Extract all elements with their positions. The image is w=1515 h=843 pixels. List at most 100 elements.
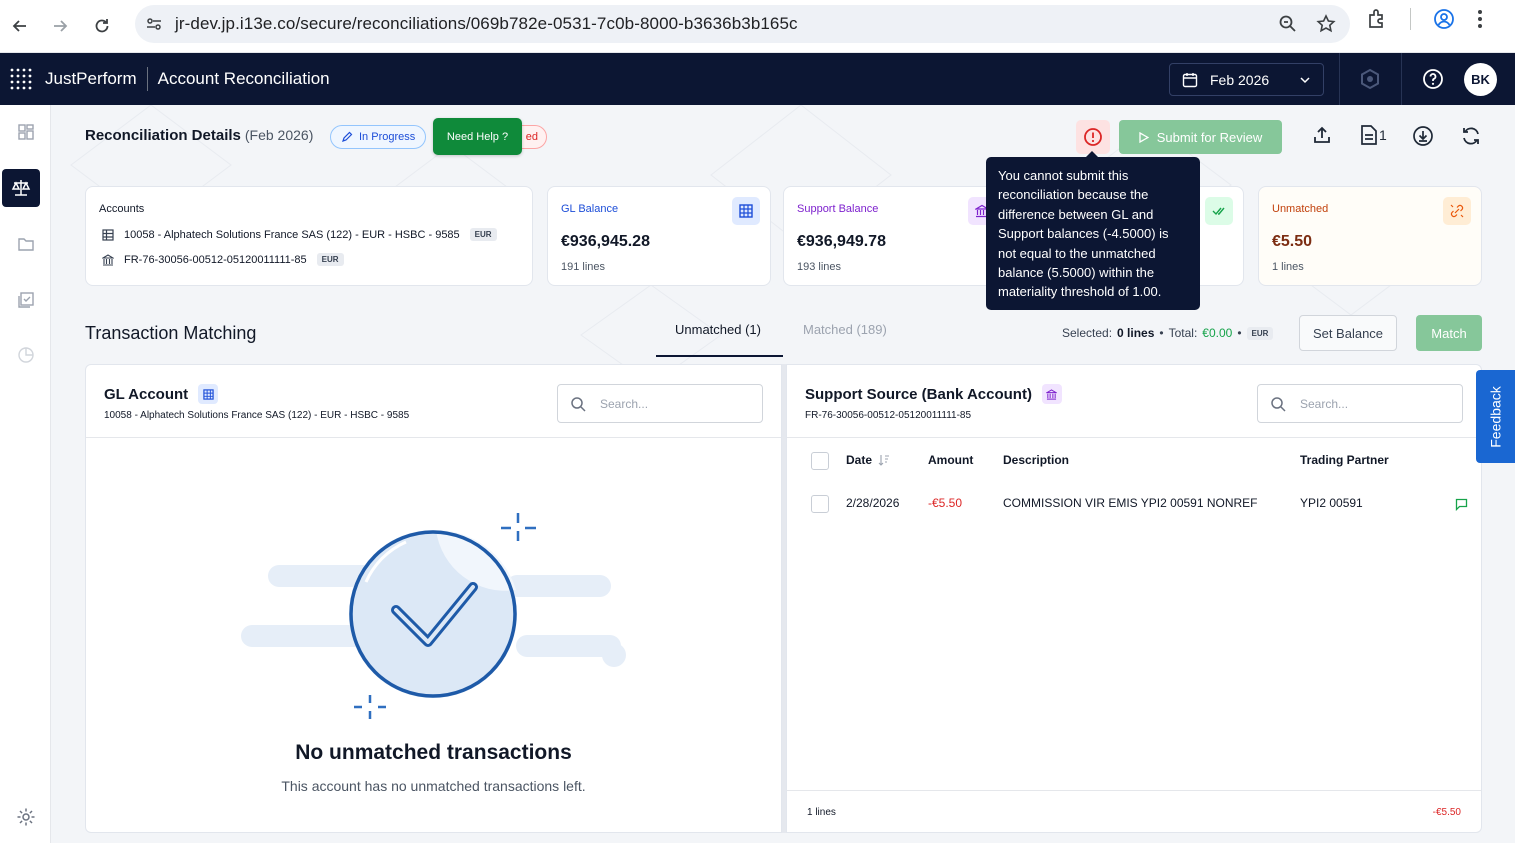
column-header-trading-partner[interactable]: Trading Partner (1300, 453, 1389, 467)
upload-icon (1314, 126, 1330, 143)
period-label: Feb 2026 (1210, 71, 1270, 88)
arrow-left-icon (12, 20, 26, 32)
feedback-tab[interactable]: Feedback (1476, 370, 1515, 463)
dashboard-icon (17, 124, 34, 140)
back-button[interactable] (0, 6, 40, 46)
app-header: JustPerform Account Reconciliation Feb 2… (0, 53, 1515, 105)
bank-icon (102, 253, 114, 266)
column-header-amount[interactable]: Amount (928, 453, 973, 467)
selected-label: Selected: (1062, 326, 1113, 340)
zoom-icon[interactable] (1278, 14, 1298, 34)
document-icon (1361, 125, 1377, 145)
accounts-card: Accounts 10058 - Alphatech Solutions Fra… (85, 186, 533, 286)
rail-item-dashboard[interactable] (0, 113, 51, 151)
warning-button[interactable] (1076, 120, 1110, 154)
bullet-separator: • (1159, 326, 1164, 340)
selected-value: 0 lines (1117, 326, 1155, 340)
gl-account-panel: GL Account 10058 - Alphatech Solutions F… (85, 364, 782, 833)
set-balance-button[interactable]: Set Balance (1299, 315, 1397, 351)
tab-unmatched[interactable]: Unmatched (1) (675, 322, 761, 337)
sort-icon[interactable] (878, 454, 890, 466)
support-panel-title: Support Source (Bank Account) (805, 384, 1062, 404)
bookmark-star-icon[interactable] (1316, 14, 1336, 34)
toolbar-divider (1410, 8, 1411, 30)
search-icon (571, 396, 586, 412)
gl-balance-lines: 191 lines (561, 261, 606, 273)
unmatched-card-icon (1443, 197, 1471, 225)
brand-name[interactable]: JustPerform (45, 69, 137, 89)
bank-account-name: FR-76-30056-00512-05120011111-85 (124, 253, 307, 266)
gl-panel-title-text: GL Account (104, 385, 189, 403)
gl-search-input[interactable] (600, 396, 750, 411)
empty-state-subtitle: This account has no unmatched transactio… (281, 778, 586, 794)
page-title-text: Reconciliation Details (85, 127, 241, 144)
browser-toolbar: jr-dev.jp.i13e.co/secure/reconciliations… (0, 0, 1515, 53)
hexagon-icon[interactable] (1359, 68, 1381, 90)
export-button[interactable] (1312, 125, 1332, 145)
table-footer-divider (787, 790, 1481, 791)
status-badge[interactable]: In Progress (330, 125, 427, 149)
empty-state-title: No unmatched transactions (295, 741, 572, 764)
match-button[interactable]: Match (1416, 315, 1482, 351)
support-search-input[interactable] (1300, 396, 1450, 411)
address-bar[interactable]: jr-dev.jp.i13e.co/secure/reconciliations… (135, 5, 1350, 43)
need-help-button[interactable]: Need Help ? (433, 118, 522, 155)
select-all-checkbox[interactable] (811, 452, 829, 470)
forward-button[interactable] (40, 6, 80, 46)
column-header-description[interactable]: Description (1003, 453, 1069, 467)
comment-icon[interactable] (1455, 498, 1468, 511)
tab-matched[interactable]: Matched (189) (803, 322, 887, 337)
gl-panel-subtitle: 10058 - Alphatech Solutions France SAS (… (104, 410, 410, 421)
browser-menu-icon[interactable] (1477, 9, 1483, 29)
period-selector[interactable]: Feb 2026 (1169, 63, 1324, 96)
selection-summary: Selected: 0 lines • Total: €0.00 • EUR (1062, 326, 1274, 340)
reload-button[interactable] (82, 6, 122, 46)
gear-icon (17, 808, 34, 826)
currency-badge: EUR (469, 228, 497, 241)
reload-icon (95, 19, 109, 33)
support-source-panel: Support Source (Bank Account) FR-76-3005… (786, 364, 1482, 833)
panel-divider (787, 437, 1481, 438)
submit-for-review-button[interactable]: Submit for Review (1119, 120, 1282, 154)
row-description: COMMISSION VIR EMIS YPI2 00591 NONREF (1003, 496, 1258, 510)
table-icon (102, 228, 114, 241)
gl-account-row: 10058 - Alphatech Solutions France SAS (… (102, 228, 497, 241)
gl-search[interactable] (557, 384, 763, 423)
folder-icon (17, 238, 34, 251)
unmatched-label: Unmatched (1272, 203, 1329, 215)
status-label: In Progress (359, 131, 416, 143)
rail-item-reconciliation[interactable] (2, 169, 40, 207)
support-search[interactable] (1257, 384, 1463, 423)
user-avatar[interactable]: BK (1464, 63, 1497, 96)
rail-item-folders[interactable] (0, 225, 51, 263)
download-button[interactable] (1412, 125, 1434, 147)
currency-badge: EUR (1246, 326, 1274, 340)
profile-icon[interactable] (1433, 8, 1455, 30)
extensions-icon[interactable] (1366, 8, 1388, 30)
transaction-matching-title: Transaction Matching (85, 323, 257, 343)
currency-badge: EUR (316, 253, 344, 266)
row-amount: -€5.50 (928, 496, 963, 510)
gl-balance-value: €936,945.28 (561, 233, 650, 250)
page-title: Reconciliation Details (Feb 2026) (85, 127, 313, 144)
rail-item-settings[interactable] (0, 798, 51, 836)
calendar-icon (1182, 72, 1198, 87)
pen-icon (342, 131, 353, 142)
refresh-button[interactable] (1460, 125, 1482, 147)
row-date: 2/28/2026 (846, 496, 900, 510)
column-date-label: Date (846, 453, 873, 467)
submit-blocked-tooltip: You cannot submit this reconciliation be… (986, 151, 1200, 310)
unmatched-value: €5.50 (1272, 233, 1313, 250)
checklist-icon (17, 292, 34, 308)
header-divider (1401, 53, 1402, 105)
support-panel-subtitle: FR-76-30056-00512-05120011111-85 (805, 410, 972, 421)
rail-item-reports[interactable] (0, 336, 51, 374)
help-icon[interactable] (1422, 68, 1444, 90)
total-label: Total: (1168, 326, 1198, 340)
app-launcher-icon[interactable] (9, 67, 33, 91)
documents-button[interactable]: 1 (1360, 125, 1387, 145)
row-checkbox[interactable] (811, 495, 829, 513)
rail-item-tasks[interactable] (0, 281, 51, 319)
column-header-date[interactable]: Date (846, 453, 890, 467)
panel-divider (86, 437, 781, 438)
